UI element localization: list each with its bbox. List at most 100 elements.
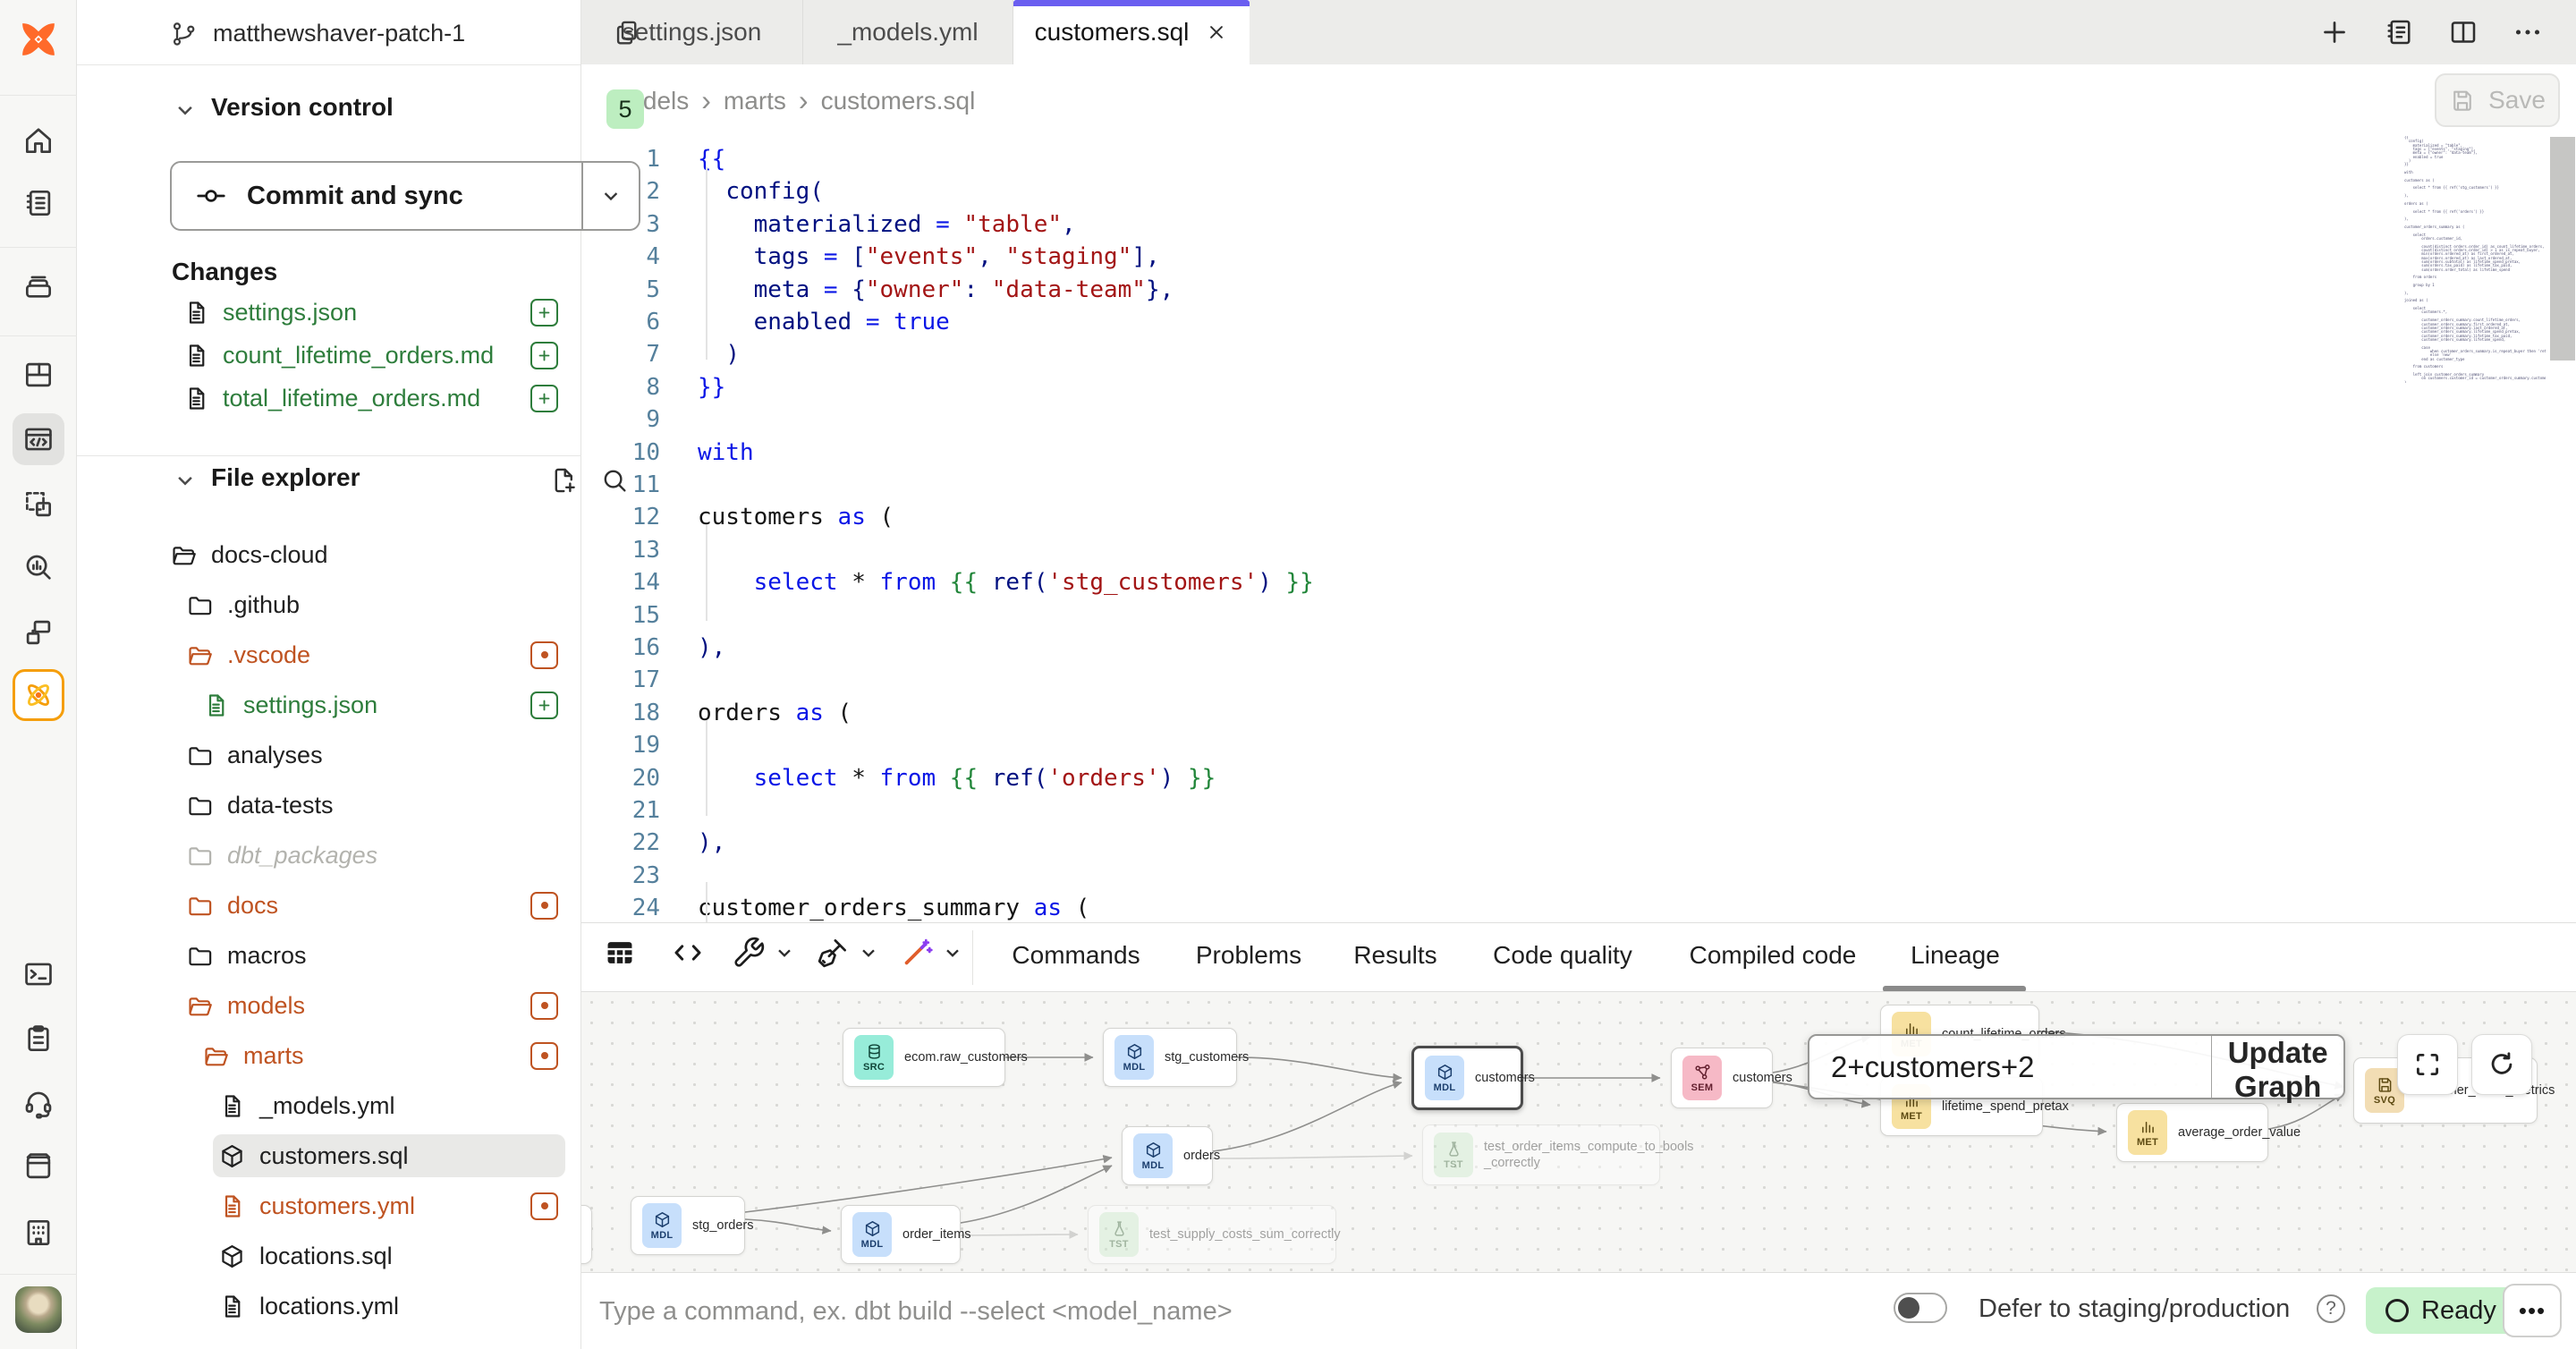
tree-item-customers.sql[interactable]: customers.sql <box>77 1133 581 1178</box>
refresh-button[interactable] <box>2471 1034 2532 1095</box>
tree-item-locations.yml[interactable]: locations.yml <box>77 1284 581 1328</box>
rail-canvas[interactable] <box>13 479 64 530</box>
panel-tab-code-quality[interactable]: Code quality <box>1493 941 1632 970</box>
breadcrumb-customers.sql[interactable]: customers.sql <box>821 87 976 115</box>
tree-item-settings.json[interactable]: settings.json <box>77 683 581 727</box>
tree-item-.vscode[interactable]: .vscode <box>77 632 581 677</box>
tab-customers.sql[interactable]: customers.sql <box>1013 0 1250 64</box>
rail-copilot-atom[interactable] <box>13 669 64 721</box>
tree-item-data-tests[interactable]: data-tests <box>77 783 581 827</box>
user-avatar[interactable] <box>15 1286 62 1333</box>
rail-code-editor[interactable] <box>13 413 64 465</box>
results-table-icon[interactable] <box>603 936 637 970</box>
minimap[interactable]: {{ config( materialized = "table", tags … <box>2404 136 2546 383</box>
dbt-logo-icon[interactable] <box>15 16 62 63</box>
chevron-right-icon: › <box>799 84 809 117</box>
chevron-down-icon[interactable] <box>850 941 880 964</box>
rail-explore-insights[interactable] <box>13 541 64 593</box>
tree-item-.github[interactable]: .github <box>77 582 581 627</box>
stage-add-badge[interactable] <box>530 342 558 369</box>
defer-toggle[interactable] <box>1894 1293 1947 1323</box>
lineage-node-customers-model[interactable]: MDLcustomers <box>1411 1046 1523 1110</box>
tree-item-docs-cloud[interactable]: docs-cloud <box>77 532 581 577</box>
tab-_models.yml[interactable]: _models.yml <box>803 0 1013 64</box>
tree-item-analyses[interactable]: analyses <box>77 733 581 777</box>
rail-windows[interactable] <box>13 607 64 658</box>
tree-item-docs[interactable]: docs <box>77 883 581 928</box>
lineage-node-average-order-value[interactable]: METaverage_order_value <box>2116 1103 2268 1162</box>
rail-support-headset[interactable] <box>13 1077 64 1129</box>
new-file-icon[interactable] <box>549 465 580 496</box>
panel-tab-compiled-code[interactable]: Compiled code <box>1690 941 1857 970</box>
lineage-node-ecom-raw-customers[interactable]: SRCecom.raw_customers <box>843 1028 1005 1087</box>
panel-tab-problems[interactable]: Problems <box>1196 941 1301 970</box>
notebook-panel-icon[interactable] <box>2383 16 2415 48</box>
lineage-node-clipped-node[interactable] <box>581 1205 592 1264</box>
commit-options-dropdown[interactable] <box>581 163 639 229</box>
rail-documentation[interactable] <box>13 1141 64 1192</box>
more-actions-button[interactable]: ••• <box>2503 1284 2562 1337</box>
folderopen-icon <box>186 992 214 1020</box>
rail-dashboard-grid[interactable] <box>13 349 64 401</box>
rail-organization[interactable] <box>13 1207 64 1259</box>
changed-file-count_lifetime_orders.md[interactable]: count_lifetime_orders.md <box>77 333 581 378</box>
tree-item-models[interactable]: models <box>77 983 581 1028</box>
rail-checklist[interactable] <box>13 1013 64 1065</box>
file-search-icon[interactable] <box>599 465 630 496</box>
panel-tab-lineage[interactable]: Lineage <box>1911 941 2000 970</box>
copy-icon[interactable] <box>612 18 642 48</box>
lineage-node-stg-customers[interactable]: MDLstg_customers <box>1103 1028 1237 1087</box>
file-explorer-collapse-icon[interactable] <box>172 467 199 494</box>
wrench-icon <box>732 936 766 970</box>
changed-file-settings.json[interactable]: settings.json <box>77 290 581 335</box>
tree-item-locations.sql[interactable]: locations.sql <box>77 1234 581 1278</box>
status-badge[interactable]: Ready <box>2366 1287 2516 1334</box>
breadcrumb-marts[interactable]: marts <box>724 87 786 115</box>
rail-terminal[interactable] <box>13 948 64 1000</box>
new-tab-icon[interactable] <box>2318 16 2351 48</box>
version-control-collapse-icon[interactable] <box>172 97 199 123</box>
chevron-down-icon[interactable] <box>934 941 964 964</box>
lineage-canvas[interactable]: SRCecom.raw_customersMDLstg_customersMDL… <box>581 991 2576 1272</box>
tst-badge: TST <box>1434 1133 1473 1177</box>
ai-fix-wand-button[interactable] <box>900 936 964 970</box>
lineage-node-order-items[interactable]: MDLorder_items <box>841 1205 961 1264</box>
lineage-node-test-order-items[interactable]: TSTtest_order_items_compute_to_bools _co… <box>1422 1124 1660 1185</box>
chevron-down-icon[interactable] <box>766 941 796 964</box>
stage-add-badge[interactable] <box>530 299 558 327</box>
rail-home[interactable] <box>13 115 64 166</box>
lineage-node-customers-semantic[interactable]: SEMcustomers <box>1671 1048 1773 1108</box>
panel-tab-results[interactable]: Results <box>1353 941 1436 970</box>
lineage-selector-input[interactable] <box>1809 1036 2211 1098</box>
update-graph-button[interactable]: Update Graph <box>2212 1036 2343 1098</box>
rail-inbox-tray[interactable] <box>13 261 64 313</box>
tree-item-dbt_packages[interactable]: dbt_packages <box>77 833 581 878</box>
tree-item-customers.yml[interactable]: customers.yml <box>77 1184 581 1228</box>
save-button[interactable]: Save <box>2435 73 2560 127</box>
breadcrumb[interactable]: models›marts›customers.sql <box>608 84 975 117</box>
code-brackets-icon[interactable] <box>671 936 705 970</box>
lineage-node-orders-model[interactable]: MDLorders <box>1122 1126 1213 1185</box>
branch-selector[interactable]: matthewshaver-patch-1 <box>77 0 580 65</box>
fullscreen-button[interactable] <box>2397 1034 2458 1095</box>
close-icon[interactable] <box>1205 21 1228 44</box>
help-question-icon[interactable]: ? <box>2317 1294 2345 1323</box>
stage-add-badge[interactable] <box>530 385 558 412</box>
tree-item-marts[interactable]: marts <box>77 1033 581 1078</box>
command-input[interactable] <box>599 1289 1762 1334</box>
scrollbar-thumb[interactable] <box>2550 137 2575 361</box>
split-editor-icon[interactable] <box>2447 16 2479 48</box>
code-editor[interactable]: 1{{2 config(3 materialized = "table",4 t… <box>581 134 2576 922</box>
commit-and-sync-button[interactable]: Commit and sync <box>170 161 640 231</box>
mdl-badge: MDL <box>1114 1035 1154 1080</box>
changed-file-total_lifetime_orders.md[interactable]: total_lifetime_orders.md <box>77 376 581 420</box>
more-options-icon[interactable] <box>2512 16 2544 48</box>
rail-notebook[interactable] <box>13 177 64 229</box>
build-wrench-button[interactable] <box>732 936 796 970</box>
panel-tab-commands[interactable]: Commands <box>1012 941 1140 970</box>
clean-broom-button[interactable] <box>816 936 880 970</box>
tree-item-_models.yml[interactable]: _models.yml <box>77 1083 581 1128</box>
tree-item-macros[interactable]: macros <box>77 933 581 978</box>
lineage-node-stg-orders[interactable]: MDLstg_orders <box>631 1196 745 1255</box>
lineage-node-test-supply-costs[interactable]: TSTtest_supply_costs_sum_correctly <box>1088 1205 1336 1264</box>
